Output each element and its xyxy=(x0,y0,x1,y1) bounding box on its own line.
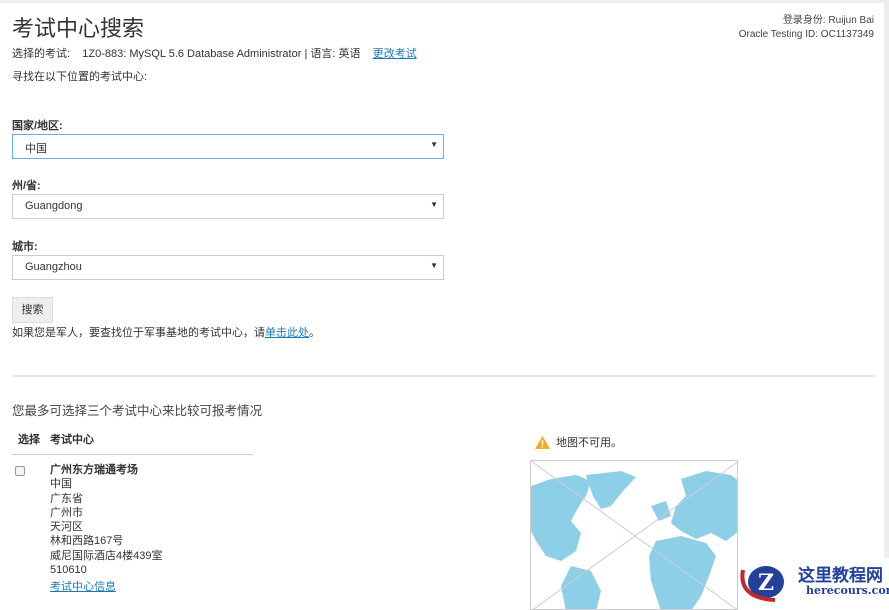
col-center-header: 考试中心 xyxy=(50,434,94,446)
change-exam-link[interactable]: 更改考试 xyxy=(373,48,417,60)
map-placeholder xyxy=(530,460,738,610)
page-border xyxy=(0,0,889,3)
addr-line: 广州市 xyxy=(50,506,83,519)
addr-line: 天河区 xyxy=(50,521,83,534)
selected-exam-label: 选择的考试: xyxy=(12,48,71,60)
caret-down-icon: ▼ xyxy=(430,261,438,270)
selected-exam: 选择的考试: 1Z0-883: MySQL 5.6 Database Admin… xyxy=(12,45,417,61)
state-label: 州/省: xyxy=(12,180,41,192)
page-scrollbar[interactable] xyxy=(884,0,889,602)
city-label: 城市: xyxy=(12,241,38,253)
city-value: Guangzhou xyxy=(25,261,82,273)
watermark-logo-icon: Z xyxy=(740,566,784,602)
selected-exam-value: 1Z0-883: MySQL 5.6 Database Administrato… xyxy=(82,48,361,60)
col-select-header: 选择 xyxy=(18,434,40,446)
user-info: 登录身份: Ruijun Bai Oracle Testing ID: OC11… xyxy=(739,14,874,42)
addr-line: 林和西路167号 xyxy=(50,535,124,548)
world-map-image xyxy=(531,461,737,609)
addr-line: 广东省 xyxy=(50,492,83,505)
logged-in-as: 登录身份: Ruijun Bai xyxy=(782,15,874,26)
addr-line: 威尼国际酒店4楼439室 xyxy=(50,549,163,562)
svg-text:Z: Z xyxy=(758,570,774,596)
watermark-logo: Z 这里教程网 herecours.com xyxy=(740,558,889,602)
city-select[interactable]: Guangzhou ▼ xyxy=(12,255,444,280)
table-header-line xyxy=(12,454,253,455)
addr-line: 510610 xyxy=(50,564,87,577)
map-warning: 地图不可用。 xyxy=(535,434,622,450)
state-select[interactable]: Guangdong ▼ xyxy=(12,194,444,219)
addr-line: 中国 xyxy=(50,478,72,491)
country-value: 中国 xyxy=(25,143,47,155)
testing-id: Oracle Testing ID: OC1137349 xyxy=(738,29,874,40)
country-label: 国家/地区: xyxy=(12,120,63,132)
map-warning-text: 地图不可用。 xyxy=(556,437,622,449)
center-name: 广州东方瑞通考场 xyxy=(50,464,138,476)
military-text: 如果您是军人，要查找位于军事基地的考试中心，请 xyxy=(12,327,265,339)
military-end: 。 xyxy=(309,327,320,339)
watermark-cn: 这里教程网 xyxy=(798,566,883,586)
caret-down-icon: ▼ xyxy=(430,140,438,149)
search-button[interactable]: 搜索 xyxy=(12,297,53,323)
watermark-en: herecours.com xyxy=(806,584,889,597)
warning-icon xyxy=(535,435,550,449)
divider xyxy=(12,375,875,377)
table-row: 广州东方瑞通考场 中国 广东省 广州市 天河区 林和西路167号 威尼国际酒店4… xyxy=(50,463,162,595)
state-value: Guangdong xyxy=(25,200,83,212)
intro-text: 寻找在以下位置的考试中心: xyxy=(12,71,148,83)
center-info-link[interactable]: 考试中心信息 xyxy=(50,581,116,593)
caret-down-icon: ▼ xyxy=(430,200,438,209)
country-select[interactable]: 中国 ▼ xyxy=(12,134,444,159)
center-select-checkbox[interactable] xyxy=(15,466,25,476)
results-heading: 您最多可选择三个考试中心来比较可报考情况 xyxy=(12,404,263,418)
military-link[interactable]: 单击此处 xyxy=(265,327,309,339)
military-note: 如果您是军人，要查找位于军事基地的考试中心，请单击此处。 xyxy=(12,324,320,340)
page-title: 考试中心搜索 xyxy=(12,16,145,41)
